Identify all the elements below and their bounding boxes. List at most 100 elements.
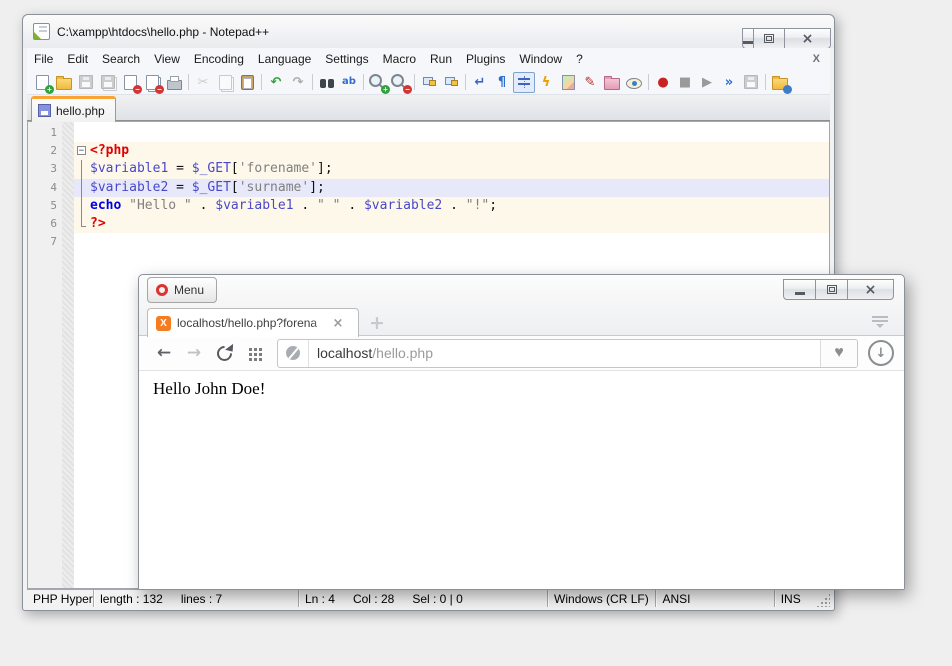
code-token-op: ;: [489, 197, 497, 215]
document-switcher-icon[interactable]: ✎: [579, 72, 601, 93]
code-token-var: $variable2: [90, 179, 168, 197]
closed-tabs-menu-icon[interactable]: [872, 316, 888, 328]
url-text[interactable]: localhost/hello.php: [317, 345, 433, 361]
address-bar[interactable]: localhost/hello.php ♥: [277, 339, 858, 368]
menu-item-file[interactable]: File: [27, 49, 60, 69]
url-path: /hello.php: [372, 345, 433, 361]
restore-button[interactable]: [753, 28, 785, 49]
tab-label: hello.php: [56, 104, 105, 118]
code-token-op: .: [341, 197, 364, 215]
zoom-in-icon[interactable]: +: [367, 72, 389, 93]
bookmark-cell: [62, 215, 74, 233]
word-wrap-icon[interactable]: ↵: [469, 72, 491, 93]
function-list-icon[interactable]: ϟ: [535, 72, 557, 93]
bookmark-heart-icon[interactable]: ♥: [820, 340, 857, 367]
minimize-button[interactable]: [783, 279, 816, 300]
status-line: Ln : 4: [305, 592, 335, 606]
editor-line: 2<?php: [28, 142, 829, 160]
notepad-titlebar[interactable]: C:\xampp\htdocs\hello.php - Notepad++: [23, 15, 834, 48]
toolbar-separator: [188, 74, 189, 90]
close-button[interactable]: [784, 28, 831, 49]
sync-horizontal-scrolling-icon[interactable]: [440, 72, 462, 93]
undo-icon[interactable]: ↶: [265, 72, 287, 93]
copy-icon[interactable]: [214, 72, 236, 93]
status-lines: lines : 7: [181, 592, 222, 606]
restore-button[interactable]: [815, 279, 848, 300]
line-number: 1: [28, 124, 62, 142]
status-insert-mode[interactable]: INS: [775, 590, 817, 607]
fold-marker-none: [74, 124, 90, 142]
menu-item-help[interactable]: ?: [569, 49, 590, 69]
paste-icon[interactable]: [236, 72, 258, 93]
document-map-icon[interactable]: [557, 72, 579, 93]
new-tab-button[interactable]: +: [369, 315, 385, 331]
macro-save-icon[interactable]: [740, 72, 762, 93]
sync-vertical-scrolling-icon[interactable]: [418, 72, 440, 93]
find-icon[interactable]: [316, 72, 338, 93]
folder-as-workspace-icon[interactable]: [601, 72, 623, 93]
macro-play-icon[interactable]: ▶: [696, 72, 718, 93]
tab-hello-php[interactable]: hello.php: [31, 96, 116, 122]
line-number: 6: [28, 215, 62, 233]
menu-item-macro[interactable]: Macro: [376, 49, 423, 69]
browser-tab[interactable]: localhost/hello.php?forena: [147, 308, 359, 337]
grid-icon: [249, 348, 252, 351]
menu-item-language[interactable]: Language: [251, 49, 318, 69]
save-icon[interactable]: [75, 72, 97, 93]
close-all-files-icon[interactable]: −: [141, 72, 163, 93]
code-token-op: ];: [309, 179, 325, 197]
bookmark-cell: [62, 142, 74, 160]
speed-dial-button[interactable]: [239, 339, 269, 367]
open-file-icon[interactable]: [53, 72, 75, 93]
minimize-icon: [743, 41, 753, 44]
line-number: 5: [28, 197, 62, 215]
code-token-var: $variable1: [90, 160, 168, 178]
toolbar-separator: [414, 74, 415, 90]
opera-toolbar: ← → localhost/hello.php ♥ ↓: [139, 336, 904, 371]
cut-icon[interactable]: ✂: [192, 72, 214, 93]
macro-run-multiple-icon[interactable]: »: [718, 72, 740, 93]
forward-button[interactable]: →: [179, 339, 209, 367]
restore-icon: [827, 285, 837, 294]
code-token-str: "!": [466, 197, 489, 215]
bookmark-cell: [62, 179, 74, 197]
file-monitoring-icon[interactable]: [623, 72, 645, 93]
print-icon[interactable]: [163, 72, 185, 93]
code-line: <?php: [74, 142, 829, 160]
menu-item-run[interactable]: Run: [423, 49, 459, 69]
resize-grip[interactable]: [816, 593, 830, 607]
close-file-icon[interactable]: −: [119, 72, 141, 93]
back-button[interactable]: ←: [149, 339, 179, 367]
close-document-button[interactable]: X: [803, 53, 830, 65]
downloads-button[interactable]: ↓: [868, 340, 894, 366]
code-line: ?>: [74, 215, 829, 233]
menu-item-view[interactable]: View: [147, 49, 187, 69]
notepad-tabbar: hello.php: [27, 95, 830, 121]
open-containing-folder-icon[interactable]: [769, 72, 791, 93]
indent-guide-icon[interactable]: [513, 72, 535, 93]
opera-menu-button[interactable]: Menu: [147, 277, 217, 303]
menu-item-search[interactable]: Search: [95, 49, 147, 69]
zoom-out-icon[interactable]: −: [389, 72, 411, 93]
code-line: [74, 233, 829, 251]
replace-icon[interactable]: ab: [338, 72, 360, 93]
show-all-characters-icon[interactable]: ¶: [491, 72, 513, 93]
menu-item-edit[interactable]: Edit: [60, 49, 95, 69]
save-all-icon[interactable]: [97, 72, 119, 93]
reload-button[interactable]: [209, 339, 239, 367]
menu-item-settings[interactable]: Settings: [318, 49, 375, 69]
fold-marker-box[interactable]: [74, 142, 90, 160]
menu-item-encoding[interactable]: Encoding: [187, 49, 251, 69]
new-file-icon[interactable]: +: [31, 72, 53, 93]
fold-marker-bar: [74, 179, 90, 197]
menu-item-window[interactable]: Window: [512, 49, 569, 69]
close-button[interactable]: [847, 279, 894, 300]
redo-icon[interactable]: ↷: [287, 72, 309, 93]
menu-item-plugins[interactable]: Plugins: [459, 49, 512, 69]
macro-stop-icon[interactable]: ■: [674, 72, 696, 93]
site-badge[interactable]: [278, 340, 309, 367]
status-cursor-position: Ln : 4 Col : 28 Sel : 0 | 0: [299, 590, 548, 607]
globe-icon: [286, 346, 300, 360]
menubar-items: FileEditSearchViewEncodingLanguageSettin…: [27, 49, 590, 69]
macro-record-icon[interactable]: ●: [652, 72, 674, 93]
